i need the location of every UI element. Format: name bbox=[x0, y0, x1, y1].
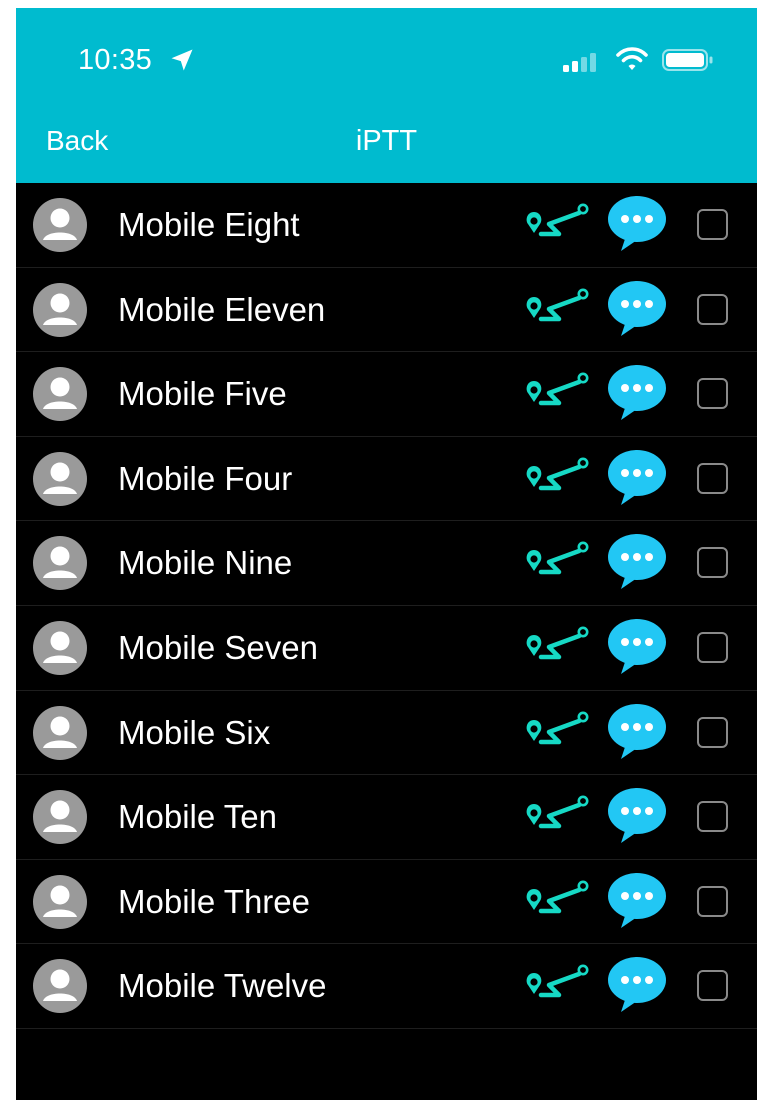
user-avatar-icon bbox=[33, 959, 87, 1014]
user-avatar-icon bbox=[33, 282, 87, 337]
user-avatar-icon bbox=[33, 536, 87, 591]
select-checkbox[interactable] bbox=[697, 970, 728, 1002]
select-checkbox[interactable] bbox=[697, 801, 728, 833]
user-avatar-icon bbox=[33, 790, 87, 845]
contact-name: Mobile Twelve bbox=[118, 967, 327, 1005]
list-item[interactable]: Mobile Ten bbox=[16, 775, 757, 860]
contact-name: Mobile Four bbox=[118, 459, 293, 497]
map-route-icon[interactable] bbox=[519, 963, 591, 1007]
user-avatar-icon bbox=[33, 367, 87, 422]
chat-bubble-icon[interactable] bbox=[606, 617, 668, 677]
select-checkbox[interactable] bbox=[697, 885, 728, 917]
header-bar: 10:35 Back iPTT bbox=[16, 8, 757, 183]
user-avatar-icon bbox=[33, 874, 87, 929]
user-avatar-icon bbox=[33, 451, 87, 506]
contact-name: Mobile Six bbox=[118, 713, 271, 751]
map-route-icon[interactable] bbox=[519, 625, 591, 669]
contact-name: Mobile Eight bbox=[118, 206, 300, 243]
contact-name: Mobile Nine bbox=[118, 544, 293, 582]
cellular-signal-icon bbox=[563, 53, 596, 72]
user-avatar-icon bbox=[33, 705, 87, 760]
map-route-icon[interactable] bbox=[519, 371, 591, 415]
contact-name: Mobile Ten bbox=[118, 798, 277, 836]
list-item[interactable]: Mobile Six bbox=[16, 691, 757, 776]
battery-icon bbox=[662, 49, 713, 71]
select-checkbox[interactable] bbox=[697, 378, 728, 410]
map-route-icon[interactable] bbox=[519, 879, 591, 923]
chat-bubble-icon[interactable] bbox=[606, 786, 668, 846]
user-avatar-icon bbox=[33, 198, 87, 252]
app-screen: 10:35 Back iPTT Mobile Eight Mobile Elev… bbox=[16, 8, 757, 1100]
contact-name: Mobile Five bbox=[118, 375, 287, 413]
map-route-icon[interactable] bbox=[519, 540, 591, 584]
map-route-icon[interactable] bbox=[519, 794, 591, 838]
map-route-icon[interactable] bbox=[519, 456, 591, 500]
list-item[interactable]: Mobile Eight bbox=[16, 183, 757, 268]
chat-bubble-icon[interactable] bbox=[606, 702, 668, 762]
list-item[interactable]: Mobile Four bbox=[16, 437, 757, 522]
contact-name: Mobile Seven bbox=[118, 628, 318, 666]
contact-name: Mobile Eleven bbox=[118, 290, 326, 328]
list-item[interactable]: Mobile Three bbox=[16, 860, 757, 945]
contact-list: Mobile Eight Mobile Eleven Mobile Five M… bbox=[16, 183, 757, 1029]
select-checkbox[interactable] bbox=[697, 293, 728, 325]
list-item[interactable]: Mobile Five bbox=[16, 352, 757, 437]
chat-bubble-icon[interactable] bbox=[606, 448, 668, 508]
contact-name: Mobile Three bbox=[118, 882, 310, 920]
select-checkbox[interactable] bbox=[697, 547, 728, 579]
location-arrow-icon bbox=[171, 49, 193, 71]
map-route-icon[interactable] bbox=[519, 710, 591, 754]
page-title: iPTT bbox=[355, 125, 418, 157]
status-time: 10:35 bbox=[78, 44, 153, 76]
select-checkbox[interactable] bbox=[697, 716, 728, 748]
chat-bubble-icon[interactable] bbox=[606, 871, 668, 931]
list-item[interactable]: Mobile Seven bbox=[16, 606, 757, 691]
map-route-icon[interactable] bbox=[519, 287, 591, 331]
select-checkbox[interactable] bbox=[697, 462, 728, 494]
chat-bubble-icon[interactable] bbox=[606, 279, 668, 339]
chat-bubble-icon[interactable] bbox=[606, 955, 668, 1015]
chat-bubble-icon[interactable] bbox=[606, 363, 668, 423]
list-item[interactable]: Mobile Eleven bbox=[16, 268, 757, 353]
list-item[interactable]: Mobile Twelve bbox=[16, 944, 757, 1029]
map-route-icon[interactable] bbox=[519, 202, 591, 246]
chat-bubble-icon[interactable] bbox=[606, 532, 668, 592]
wifi-icon bbox=[616, 47, 648, 70]
select-checkbox[interactable] bbox=[697, 209, 728, 240]
list-item[interactable]: Mobile Nine bbox=[16, 521, 757, 606]
select-checkbox[interactable] bbox=[697, 631, 728, 663]
user-avatar-icon bbox=[33, 620, 87, 675]
chat-bubble-icon[interactable] bbox=[606, 194, 668, 254]
